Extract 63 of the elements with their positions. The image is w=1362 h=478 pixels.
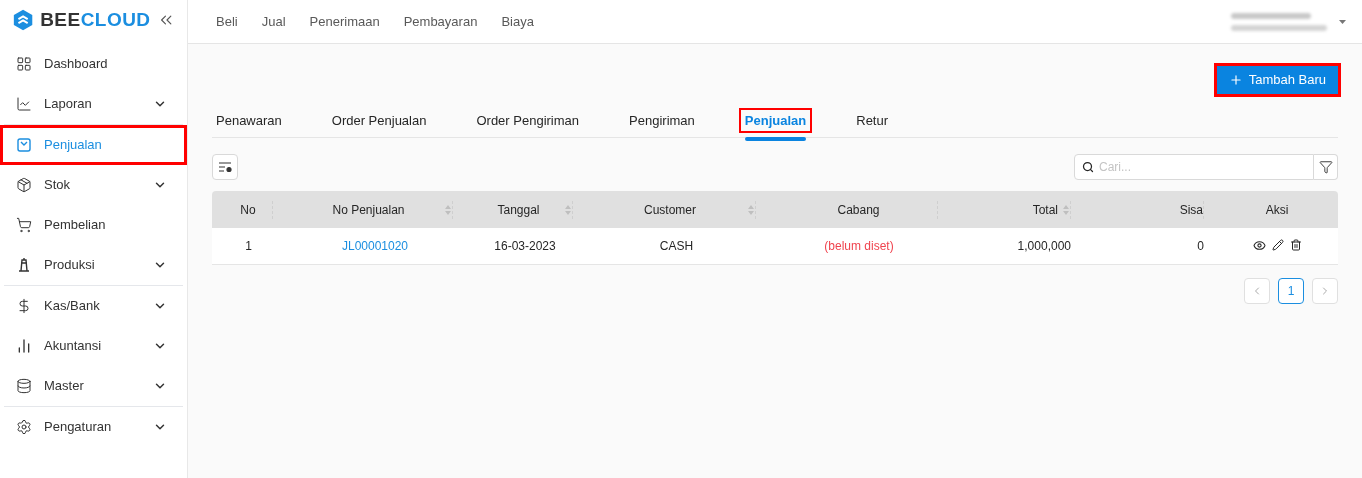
settings-icon	[16, 419, 32, 435]
bar-chart-icon	[16, 338, 32, 354]
table-cell: 0	[1197, 238, 1204, 253]
column-header[interactable]: Tanggal	[465, 191, 585, 228]
line-chart-icon	[16, 96, 32, 112]
filter-button[interactable]	[1314, 154, 1338, 180]
tab[interactable]: Retur	[852, 109, 893, 132]
sidebar-item[interactable]: Master	[0, 366, 187, 406]
logo-icon	[12, 8, 35, 32]
logo-text: CLOUD	[80, 7, 151, 32]
sidebar-item[interactable]: Stok	[0, 165, 187, 205]
delete-icon[interactable]	[1289, 239, 1302, 252]
add-new-button[interactable]: Tambah Baru	[1216, 66, 1338, 94]
sidebar-item[interactable]: Penjualan	[0, 125, 187, 165]
column-header: Sisa	[1083, 191, 1216, 228]
caret-icon[interactable]	[1339, 19, 1346, 24]
tab-underline	[744, 137, 807, 142]
table-cell: CASH	[659, 238, 694, 253]
top-menu-item[interactable]: Pembayaran	[403, 11, 478, 32]
column-header[interactable]: Total	[950, 191, 1083, 228]
tab[interactable]: Penjualan	[740, 109, 811, 132]
column-header: Cabang	[768, 191, 950, 228]
grid-icon	[16, 56, 32, 72]
table-cell: (belum diset)	[824, 238, 894, 253]
list-settings-icon	[218, 161, 232, 173]
database-icon	[16, 378, 32, 394]
search-field[interactable]: Cari...	[1074, 154, 1314, 180]
sale-number-link[interactable]: JL00001020	[341, 238, 409, 253]
column-settings-button[interactable]	[212, 154, 238, 180]
column-header[interactable]: No Penjualan	[285, 191, 465, 228]
column-header[interactable]: Customer	[585, 191, 768, 228]
sidebar-item[interactable]: Laporan	[0, 84, 187, 124]
box-icon	[16, 177, 32, 193]
dollar-icon	[16, 298, 32, 314]
sidebar-item[interactable]: Akuntansi	[0, 326, 187, 366]
top-menu-item[interactable]: Jual	[261, 11, 286, 32]
view-icon[interactable]	[1252, 239, 1266, 253]
sidebar-item[interactable]: Produksi	[0, 245, 187, 285]
table-cell: 1,000,000	[1017, 238, 1071, 253]
filter-icon	[1318, 160, 1333, 174]
column-header: No	[212, 191, 285, 228]
tab[interactable]: Pengiriman	[625, 109, 699, 132]
top-menu-item[interactable]: Beli	[216, 11, 238, 32]
table-cell: 16-03-2023	[494, 238, 556, 253]
top-menu-item[interactable]: Penerimaan	[309, 11, 380, 32]
search-icon	[1082, 161, 1094, 173]
logo-text: BEE	[40, 7, 81, 32]
bag-icon	[16, 137, 32, 153]
tab[interactable]: Penawaran	[212, 109, 286, 132]
tab[interactable]: Order Penjualan	[327, 109, 431, 132]
sidebar-item[interactable]: Pembelian	[0, 205, 187, 245]
column-header: Aksi	[1216, 191, 1338, 228]
sidebar-item[interactable]: Dashboard	[0, 44, 187, 84]
table-cell: 1	[245, 238, 252, 253]
tab[interactable]: Order Pengiriman	[472, 109, 584, 132]
tower-icon	[16, 257, 32, 273]
page-button[interactable]: 1	[1278, 277, 1304, 304]
sidebar-item[interactable]: Pengaturan	[0, 407, 187, 447]
edit-icon[interactable]	[1271, 239, 1284, 252]
sidebar-item[interactable]: Kas/Bank	[0, 286, 187, 326]
cart-icon	[16, 217, 32, 233]
plus-icon	[1228, 73, 1243, 87]
top-menu-item[interactable]: Biaya	[501, 11, 534, 32]
